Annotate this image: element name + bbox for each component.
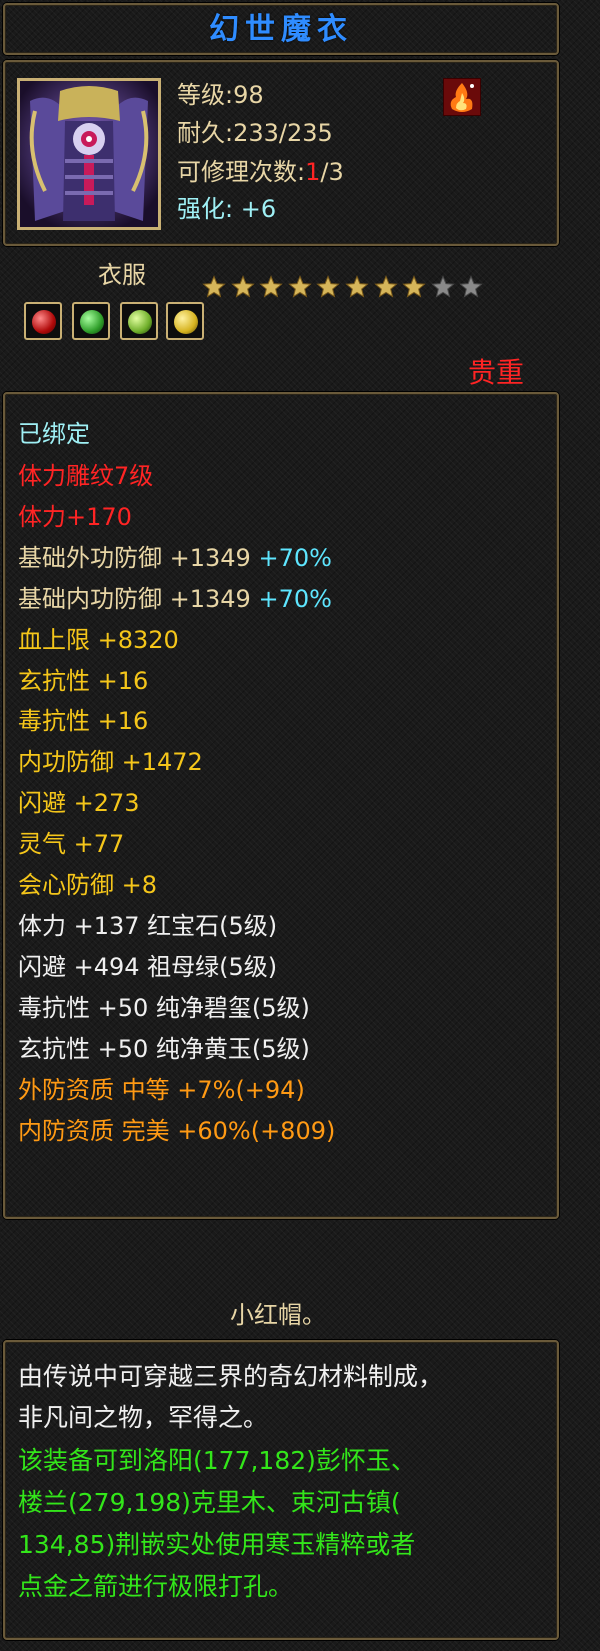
repair-label: 可修理次数: <box>177 158 306 186</box>
base-external-defense-percent: +70% <box>258 544 332 572</box>
description-line-4: 楼兰(279,198)克里木、束河古镇( <box>18 1488 401 1517</box>
internal-defense-quality: 内防资质 完美 +60%(+809) <box>18 1117 336 1145</box>
carving-stat: 体力+170 <box>18 503 132 531</box>
star-filled-icon <box>316 275 341 298</box>
gem-stat-3: 毒抗性 +50 纯净碧玺(5级) <box>18 994 310 1022</box>
jade-gem-icon <box>120 302 158 340</box>
dodge: 闪避 +273 <box>18 789 140 817</box>
base-internal-defense: 基础内功防御 +1349 +70% <box>18 584 332 614</box>
star-filled-icon <box>259 275 283 298</box>
internal-defense: 内功防御 +1472 <box>18 748 203 776</box>
enhance-text: 强化: +6 <box>177 194 276 224</box>
star-filled-icon <box>402 275 426 298</box>
durability-text: 耐久:233/235 <box>177 119 333 147</box>
spirit: 灵气 +77 <box>18 830 125 858</box>
base-external-defense: 基础外功防御 +1349 +70% <box>18 543 332 573</box>
emerald-gem-icon <box>72 302 110 340</box>
enhance-label: 强化: <box>177 195 234 223</box>
gem-stat-4: 玄抗性 +50 纯净黄玉(5级) <box>18 1035 310 1063</box>
star-filled-icon <box>373 275 398 298</box>
rarity-label: 贵重 <box>468 356 525 389</box>
ruby-gem-icon <box>24 302 62 340</box>
item-name: 幻世魔衣 <box>209 12 353 47</box>
title-bar: 幻世魔衣 <box>3 3 559 55</box>
topaz-gem-icon <box>166 302 204 340</box>
base-internal-defense-percent: +70% <box>258 585 332 613</box>
description-line-1: 由传说中可穿越三界的奇幻材料制成， <box>18 1362 444 1391</box>
crit-defense: 会心防御 +8 <box>18 871 158 899</box>
enhance-value: +6 <box>240 195 277 223</box>
star-filled-icon <box>288 275 312 298</box>
repair-total: /3 <box>320 158 344 186</box>
repair-used: 1 <box>305 158 321 186</box>
description-line-5: 134,85)荆嵌实处使用寒玉精粹或者 <box>18 1530 416 1559</box>
base-internal-defense-value: 基础内功防御 +1349 <box>18 585 251 613</box>
item-header-panel: 等级:98 耐久:233/235 可修理次数:1/3 强化: +6 <box>3 60 559 246</box>
description-box: 由传说中可穿越三界的奇幻材料制成， 非凡间之物，罕得之。 该装备可到洛阳(177… <box>3 1340 559 1640</box>
description-panel <box>3 1288 559 1336</box>
star-filled-icon <box>230 275 255 298</box>
repair-count-text: 可修理次数:1/3 <box>177 157 344 187</box>
star-filled-icon <box>345 275 369 298</box>
xuan-resistance: 玄抗性 +16 <box>18 667 149 695</box>
hp-limit: 血上限 +8320 <box>18 626 179 654</box>
star-empty-icon <box>431 275 455 298</box>
gem-stat-2: 闪避 +494 祖母绿(5级) <box>18 953 278 981</box>
flame-buff-icon <box>443 78 481 116</box>
base-external-defense-value: 基础外功防御 +1349 <box>18 544 251 572</box>
item-type: 衣服 <box>98 261 146 289</box>
star-empty-icon <box>459 275 484 298</box>
bound-status: 已绑定 <box>18 420 90 448</box>
carving-level: 体力雕纹7级 <box>18 462 154 490</box>
gem-stat-1: 体力 +137 红宝石(5级) <box>18 912 278 940</box>
stats-panel: 已绑定 体力雕纹7级 体力+170 基础外功防御 +1349 +70% 基础内功… <box>3 392 559 1219</box>
armor-icon <box>20 81 158 227</box>
poison-resistance: 毒抗性 +16 <box>18 707 149 735</box>
level-text: 等级:98 <box>177 81 264 109</box>
star-filled-icon <box>202 275 226 298</box>
external-defense-quality: 外防资质 中等 +7%(+94) <box>18 1076 305 1104</box>
description-line-3: 该装备可到洛阳(177,182)彭怀玉、 <box>18 1446 416 1475</box>
item-portrait <box>17 78 161 230</box>
description-line-6: 点金之箭进行极限打孔。 <box>18 1572 294 1601</box>
description-line-2: 非凡间之物，罕得之。 <box>18 1403 269 1432</box>
